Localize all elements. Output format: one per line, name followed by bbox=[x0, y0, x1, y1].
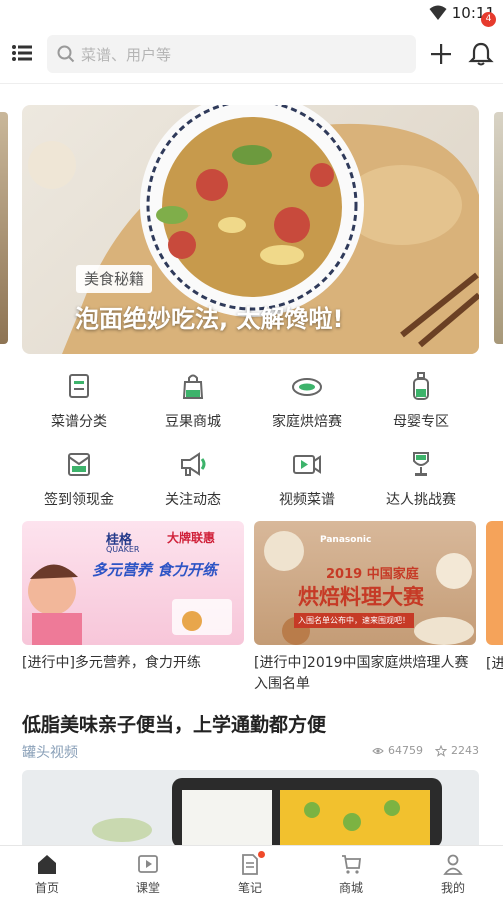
banner-tag: 美食秘籍 bbox=[76, 265, 153, 293]
category-label: 达人挑战赛 bbox=[386, 492, 456, 508]
event-brand: Panasonic bbox=[320, 535, 372, 545]
cart-icon bbox=[342, 855, 362, 874]
event-text: [进行中]多元营养，食力开练 bbox=[22, 655, 201, 671]
search-icon bbox=[57, 45, 75, 63]
event-year: 2019 中国家庭 bbox=[326, 567, 419, 582]
event-image: 桂格 QUAKER 大牌联惠 多元营养 食力开练 bbox=[22, 521, 244, 645]
category-baking[interactable]: 家庭烘焙赛 bbox=[250, 370, 364, 440]
hero-banner[interactable]: 美食秘籍 泡面绝妙吃法, 太解馋啦! bbox=[22, 105, 479, 354]
event-card-peek[interactable] bbox=[486, 521, 503, 645]
category-recipe[interactable]: 菜谱分类 bbox=[22, 370, 136, 440]
article-image[interactable] bbox=[22, 770, 479, 846]
megaphone-icon bbox=[181, 452, 206, 476]
checkin-icon bbox=[68, 453, 90, 476]
category-challenge[interactable]: 达人挑战赛 bbox=[364, 448, 478, 518]
category-label: 视频菜谱 bbox=[279, 492, 335, 508]
banner-title: 泡面绝妙吃法, 太解馋啦! bbox=[75, 305, 344, 333]
recipe-book-icon bbox=[69, 374, 89, 398]
event-brand-a-sub: QUAKER bbox=[106, 545, 140, 554]
event-brand-b: 大牌联惠 bbox=[167, 531, 216, 545]
banner-next-peek[interactable] bbox=[494, 112, 503, 344]
list-menu-icon[interactable] bbox=[12, 44, 32, 62]
event-card[interactable]: 桂格 QUAKER 大牌联惠 多元营养 食力开练 [进行中]多元营养，食力开练 bbox=[22, 521, 244, 674]
top-bar: 菜谱、用户等 bbox=[0, 26, 503, 84]
event-headline: 多元营养 食力开练 bbox=[92, 561, 218, 579]
event-peek-text: [进 bbox=[486, 656, 503, 672]
profile-icon bbox=[443, 854, 463, 875]
tab-classroom[interactable]: 课堂 bbox=[98, 846, 198, 900]
category-follow[interactable]: 关注动态 bbox=[136, 448, 250, 518]
tab-label: 商城 bbox=[338, 881, 363, 895]
article-stats: 64759 2243 bbox=[372, 744, 479, 757]
tab-mall[interactable]: 商城 bbox=[301, 846, 401, 900]
event-headline: 烘焙料理大赛 bbox=[298, 585, 424, 609]
tab-label: 笔记 bbox=[237, 881, 262, 895]
event-subtext: 入围名单公布中，速来围观吧！ bbox=[294, 613, 414, 628]
notification-bell-icon[interactable] bbox=[468, 41, 494, 67]
trophy-icon bbox=[413, 452, 429, 476]
classroom-play-icon bbox=[138, 855, 158, 873]
article-source[interactable]: 罐头视频 bbox=[22, 742, 78, 762]
bottom-tab-bar: 首页 课堂 笔记 商城 我的 bbox=[0, 845, 503, 900]
add-icon[interactable] bbox=[430, 43, 452, 65]
tab-notes[interactable]: 笔记 bbox=[200, 846, 300, 900]
category-label: 签到领现金 bbox=[44, 492, 114, 508]
event-card[interactable]: Panasonic 2019 中国家庭 烘焙料理大赛 入围名单公布中，速来围观吧… bbox=[254, 521, 476, 695]
view-count: 64759 bbox=[388, 744, 423, 757]
eye-icon bbox=[372, 747, 384, 754]
event-image: Panasonic 2019 中国家庭 烘焙料理大赛 入围名单公布中，速来围观吧… bbox=[254, 521, 476, 645]
category-label: 豆果商城 bbox=[165, 414, 221, 430]
category-checkin[interactable]: 签到领现金 bbox=[22, 448, 136, 518]
tab-label: 课堂 bbox=[135, 881, 160, 895]
category-label: 关注动态 bbox=[165, 492, 221, 508]
tab-label: 我的 bbox=[440, 881, 465, 895]
notes-new-dot bbox=[258, 851, 265, 858]
category-video[interactable]: 视频菜谱 bbox=[250, 448, 364, 518]
category-mall[interactable]: 豆果商城 bbox=[136, 370, 250, 440]
article-title[interactable]: 低脂美味亲子便当，上学通勤都方便 bbox=[22, 710, 326, 737]
bento-box-image bbox=[92, 778, 442, 846]
status-bar: 10:11 bbox=[0, 0, 503, 26]
search-placeholder: 菜谱、用户等 bbox=[81, 46, 172, 64]
star-icon bbox=[435, 744, 447, 757]
home-icon bbox=[38, 855, 56, 874]
tab-profile[interactable]: 我的 bbox=[403, 846, 503, 900]
wifi-icon bbox=[429, 5, 447, 20]
like-count: 2243 bbox=[451, 744, 479, 757]
baking-dish-icon bbox=[292, 378, 322, 396]
event-text: [进行中]2019中国家庭烘焙理人赛入围名单 bbox=[254, 655, 469, 692]
tab-label: 首页 bbox=[34, 881, 59, 895]
search-input[interactable]: 菜谱、用户等 bbox=[47, 35, 416, 73]
notification-badge: 4 bbox=[481, 12, 496, 27]
baby-bottle-icon bbox=[413, 372, 429, 400]
category-baby[interactable]: 母婴专区 bbox=[364, 370, 478, 440]
category-label: 家庭烘焙赛 bbox=[272, 414, 342, 430]
category-label: 母婴专区 bbox=[393, 414, 449, 430]
category-label: 菜谱分类 bbox=[51, 414, 107, 430]
video-camera-icon bbox=[293, 455, 321, 474]
tab-home[interactable]: 首页 bbox=[0, 846, 97, 900]
shopping-bag-icon bbox=[182, 374, 204, 399]
banner-prev-peek[interactable] bbox=[0, 112, 8, 344]
